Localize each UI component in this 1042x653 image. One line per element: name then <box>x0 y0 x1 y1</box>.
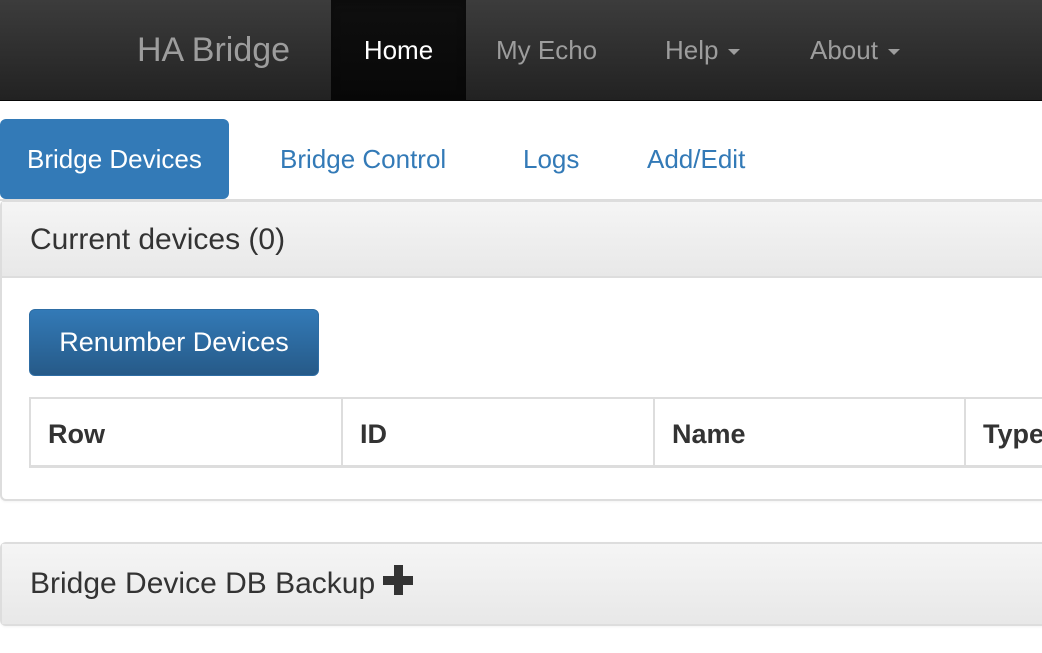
nav-home[interactable]: Home <box>331 0 466 100</box>
devices-panel-heading: Current devices (0) <box>2 202 1042 278</box>
nav-help-dropdown[interactable]: Help <box>665 0 741 100</box>
caret-down-icon <box>728 49 741 56</box>
nav-my-echo[interactable]: My Echo <box>496 0 597 100</box>
navbar: HA Bridge Home My Echo Help About <box>0 0 1042 101</box>
brand-link[interactable]: HA Bridge <box>137 28 290 72</box>
nav-about-dropdown[interactable]: About <box>810 0 900 100</box>
tab-bridge-control[interactable]: Bridge Control <box>253 119 473 199</box>
backup-panel-title: Bridge Device DB Backup <box>30 567 376 600</box>
backup-panel: Bridge Device DB Backup <box>0 542 1042 626</box>
renumber-devices-button[interactable]: Renumber Devices <box>29 309 319 376</box>
nav-help-label: Help <box>665 35 719 65</box>
nav-about-label: About <box>810 35 878 65</box>
column-header-type[interactable]: Type <box>964 397 1042 468</box>
backup-panel-heading[interactable]: Bridge Device DB Backup <box>2 544 1042 624</box>
plus-icon[interactable] <box>383 565 414 595</box>
tab-logs[interactable]: Logs <box>496 119 606 199</box>
caret-down-icon <box>887 49 900 56</box>
tab-bridge-devices[interactable]: Bridge Devices <box>0 119 229 199</box>
column-header-row[interactable]: Row <box>29 397 343 468</box>
column-header-name[interactable]: Name <box>653 397 966 468</box>
column-header-id[interactable]: ID <box>341 397 655 468</box>
tab-add-edit[interactable]: Add/Edit <box>620 119 772 199</box>
